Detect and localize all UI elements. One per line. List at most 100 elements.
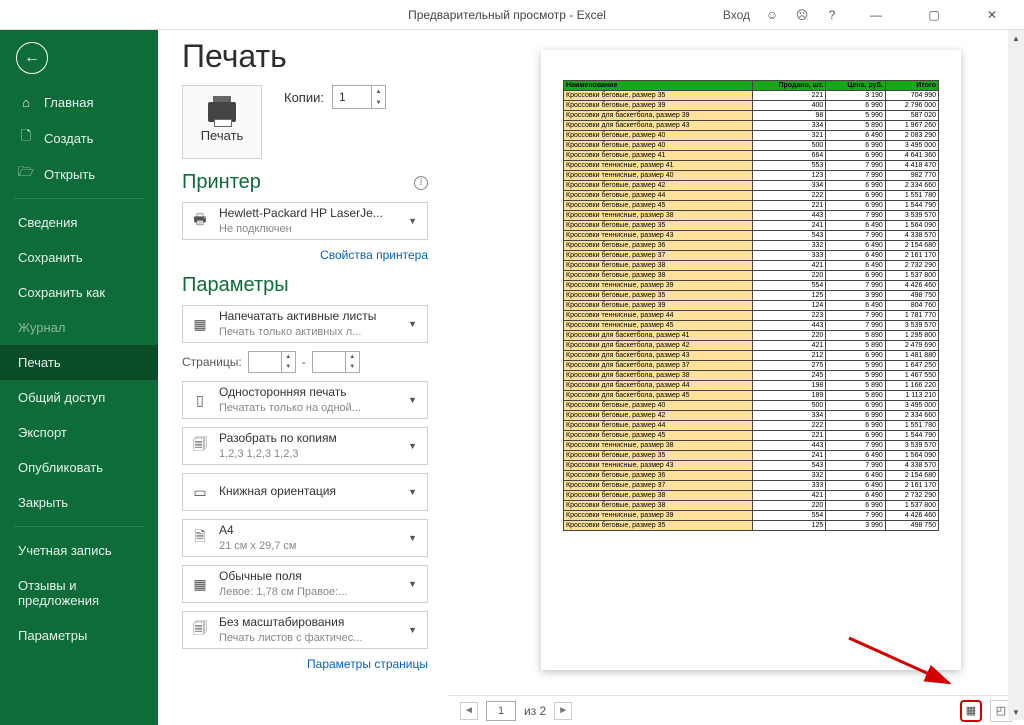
table-row: Кроссовки беговые, размер 373336 4902 16… (564, 481, 939, 491)
sidebar-item-11[interactable]: Закрыть (0, 485, 158, 520)
login-link[interactable]: Вход (723, 8, 750, 22)
vertical-scrollbar[interactable]: ▲▼ (1008, 30, 1024, 720)
printer-select[interactable]: 🖶 Hewlett-Packard HP LaserJe...Не подклю… (182, 202, 428, 240)
sidebar-item-9[interactable]: Экспорт (0, 415, 158, 450)
preview-table: НаименованиеПродано, шт.Цена, руб.Итого … (563, 80, 939, 531)
nav-icon: ⌂ (18, 94, 34, 110)
table-row: Кроссовки для баскетбола, размер 432126 … (564, 351, 939, 361)
sidebar-item-4[interactable]: Сохранить (0, 240, 158, 275)
table-row: Кроссовки беговые, размер 352213 190704 … (564, 91, 939, 101)
table-row: Кроссовки беговые, размер 442226 9901 55… (564, 191, 939, 201)
copies-input[interactable]: 1▲▼ (332, 85, 386, 109)
params-heading: Параметры (182, 274, 289, 297)
sidebar-item-8[interactable]: Общий доступ (0, 380, 158, 415)
sidebar-item-6[interactable]: Журнал (0, 310, 158, 345)
sidebar-item-10[interactable]: Опубликовать (0, 450, 158, 485)
table-row: Кроссовки для баскетбола, размер 451895 … (564, 391, 939, 401)
close-button[interactable]: ✕ (970, 0, 1014, 30)
table-row: Кроссовки теннисные, размер 384437 9903 … (564, 211, 939, 221)
print-what-select[interactable]: ▦ Напечатать активные листыПечать только… (182, 305, 428, 343)
page-setup-link[interactable]: Параметры страницы (182, 657, 428, 671)
collate-icon: 🗐 (189, 435, 211, 457)
scale-icon: 🗐 (189, 619, 211, 641)
copies-label: Копии: (284, 90, 324, 105)
table-row: Кроссовки беговые, размер 382206 9901 53… (564, 501, 939, 511)
table-row: Кроссовки теннисные, размер 384437 9903 … (564, 441, 939, 451)
back-button[interactable]: ← (16, 42, 48, 74)
table-row: Кроссовки для баскетбола, размер 412205 … (564, 331, 939, 341)
pages-from-input[interactable]: ▲▼ (248, 351, 296, 373)
portrait-icon: ▭ (189, 481, 211, 503)
margins-select[interactable]: ▦ Обычные поляЛевое: 1,78 см Правое:... … (182, 565, 428, 603)
print-button[interactable]: Печать (182, 85, 262, 159)
maximize-button[interactable]: ▢ (912, 0, 956, 30)
preview-page: НаименованиеПродано, шт.Цена, руб.Итого … (541, 50, 961, 670)
printer-icon (208, 102, 236, 122)
sidebar-item-3[interactable]: Сведения (0, 205, 158, 240)
page-icon: 🗎 (189, 527, 211, 549)
sidebar: ← ⌂Главная🗋Создать🗁Открыть СведенияСохра… (0, 30, 158, 725)
help-icon[interactable]: ? (824, 7, 840, 23)
table-row: Кроссовки теннисные, размер 442237 9901 … (564, 311, 939, 321)
table-row: Кроссовки для баскетбола, размер 424215 … (564, 341, 939, 351)
sidebar-item-5[interactable]: Сохранить как (0, 275, 158, 310)
table-row: Кроссовки беговые, размер 391246 490804 … (564, 301, 939, 311)
table-row: Кроссовки беговые, размер 452216 9901 54… (564, 201, 939, 211)
info-icon[interactable]: i (414, 176, 428, 190)
printer-status-icon: 🖶 (189, 210, 211, 232)
sidebar-item-1[interactable]: 🗋Создать (0, 120, 158, 156)
sidebar-item-12[interactable]: Учетная запись (0, 533, 158, 568)
table-row: Кроссовки для баскетбола, размер 433345 … (564, 121, 939, 131)
page-of-label: из 2 (524, 704, 546, 718)
page-number-input[interactable]: 1 (486, 701, 516, 721)
nav-icon: 🗁 (18, 166, 34, 182)
printer-heading: Принтер (182, 171, 261, 194)
table-row: Кроссовки теннисные, размер 395547 9904 … (564, 511, 939, 521)
table-row: Кроссовки для баскетбола, размер 372755 … (564, 361, 939, 371)
paper-size-select[interactable]: 🗎 A421 см x 29,7 см ▼ (182, 519, 428, 557)
table-row: Кроссовки беговые, размер 373336 4902 16… (564, 251, 939, 261)
sheets-icon: ▦ (189, 313, 211, 335)
table-row: Кроссовки для баскетбола, размер 39985 9… (564, 111, 939, 121)
table-row: Кроссовки беговые, размер 394006 9902 79… (564, 101, 939, 111)
orientation-select[interactable]: ▭ Книжная ориентация ▼ (182, 473, 428, 511)
print-panel: Печать Печать Копии: 1▲▼ Принтерi 🖶 Hewl… (158, 30, 448, 725)
table-row: Кроссовки теннисные, размер 435437 9904 … (564, 231, 939, 241)
table-row: Кроссовки беговые, размер 452216 9901 54… (564, 431, 939, 441)
sidebar-item-14[interactable]: Параметры (0, 618, 158, 653)
table-row: Кроссовки беговые, размер 363326 4902 15… (564, 471, 939, 481)
sidebar-item-0[interactable]: ⌂Главная (0, 84, 158, 120)
table-row: Кроссовки теннисные, размер 435437 9904 … (564, 461, 939, 471)
table-row: Кроссовки беговые, размер 352416 4901 56… (564, 451, 939, 461)
preview-footer: ◄ 1 из 2 ► ▦ ◰ (448, 695, 1024, 725)
table-row: Кроссовки беговые, размер 352416 4901 56… (564, 221, 939, 231)
table-row: Кроссовки для баскетбола, размер 382455 … (564, 371, 939, 381)
collate-select[interactable]: 🗐 Разобрать по копиям1,2,3 1,2,3 1,2,3 ▼ (182, 427, 428, 465)
sidebar-item-7[interactable]: Печать (0, 345, 158, 380)
chevron-down-icon: ▼ (404, 216, 421, 226)
table-row: Кроссовки беговые, размер 442226 9901 55… (564, 421, 939, 431)
printer-properties-link[interactable]: Свойства принтера (182, 248, 428, 262)
sidebar-item-13[interactable]: Отзывы и предложения (0, 568, 158, 618)
minimize-button[interactable]: — (854, 0, 898, 30)
sides-select[interactable]: ▯ Односторонняя печатьПечатать только на… (182, 381, 428, 419)
next-page-button[interactable]: ► (554, 702, 572, 720)
table-row: Кроссовки для баскетбола, размер 441985 … (564, 381, 939, 391)
sidebar-item-2[interactable]: 🗁Открыть (0, 156, 158, 192)
show-margins-button[interactable]: ▦ (960, 700, 982, 722)
table-row: Кроссовки беговые, размер 423346 9902 33… (564, 181, 939, 191)
smile-icon[interactable]: ☺ (764, 7, 780, 23)
prev-page-button[interactable]: ◄ (460, 702, 478, 720)
table-row: Кроссовки теннисные, размер 401237 99098… (564, 171, 939, 181)
table-row: Кроссовки теннисные, размер 415537 9904 … (564, 161, 939, 171)
table-row: Кроссовки беговые, размер 382206 9901 53… (564, 271, 939, 281)
frown-icon[interactable]: ☹ (794, 7, 810, 23)
table-row: Кроссовки беговые, размер 403216 4902 08… (564, 131, 939, 141)
table-row: Кроссовки беговые, размер 423346 9902 33… (564, 411, 939, 421)
scaling-select[interactable]: 🗐 Без масштабированияПечать листов с фак… (182, 611, 428, 649)
pages-to-input[interactable]: ▲▼ (312, 351, 360, 373)
table-row: Кроссовки беговые, размер 363326 4902 15… (564, 241, 939, 251)
nav-icon: 🗋 (18, 130, 34, 146)
table-row: Кроссовки беговые, размер 384216 4902 73… (564, 491, 939, 501)
table-row: Кроссовки беговые, размер 351253 990498 … (564, 521, 939, 531)
